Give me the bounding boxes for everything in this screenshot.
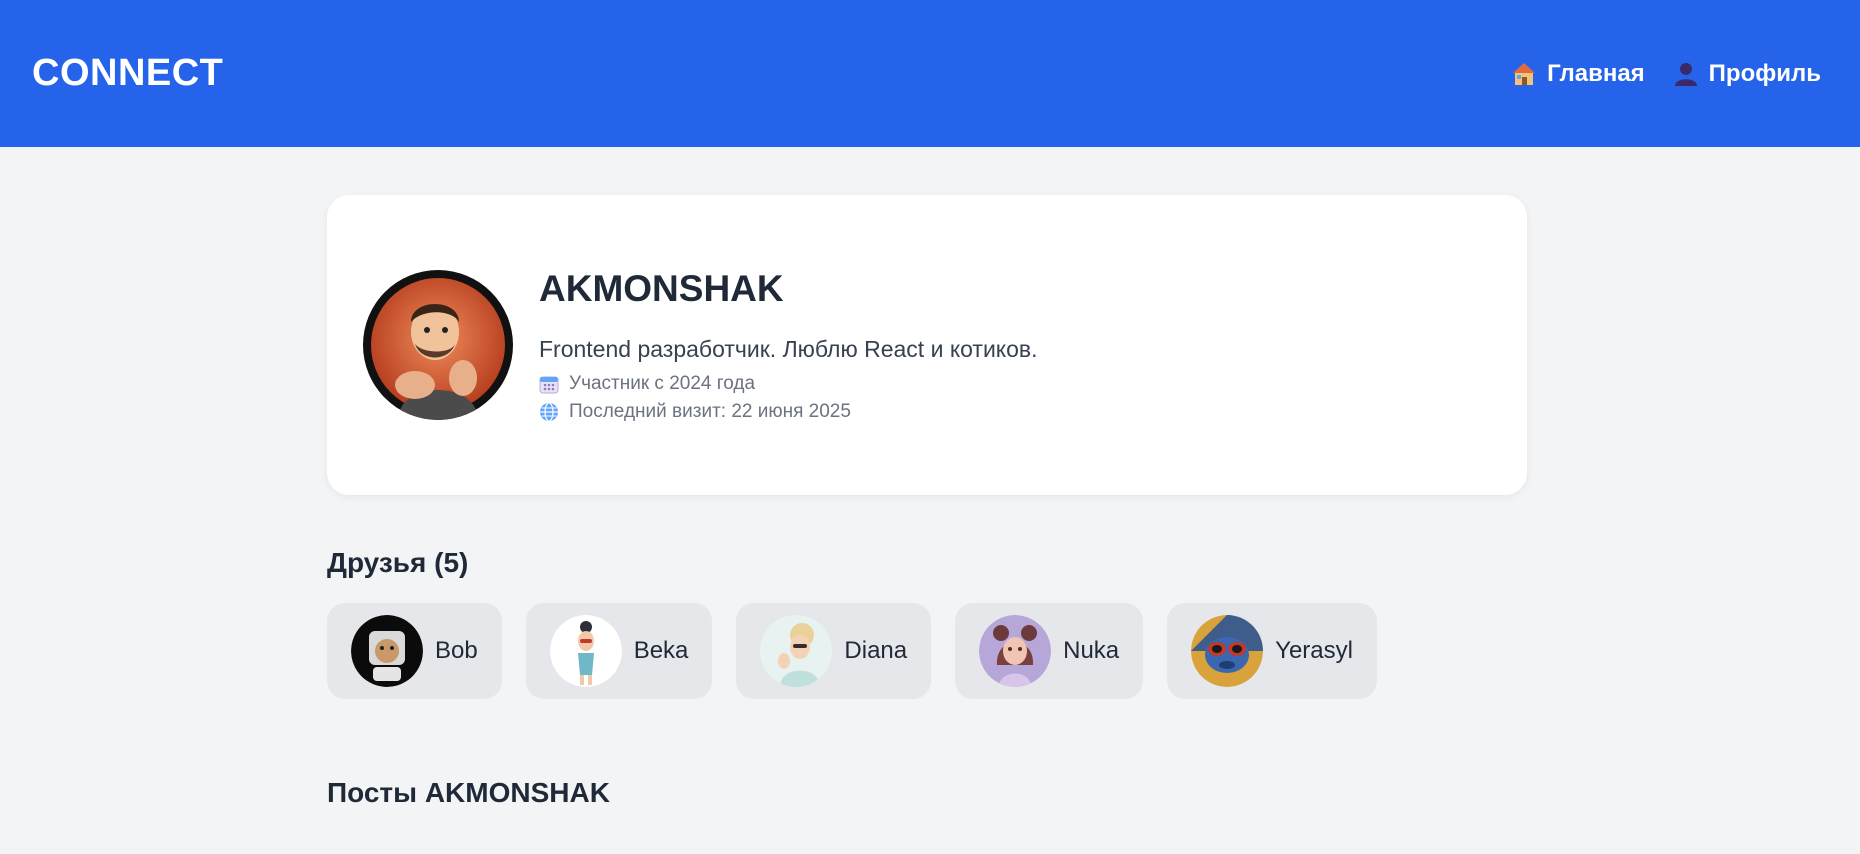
main-content: AKMONSHAK Frontend разработчик. Люблю Re… [327, 195, 1527, 809]
friend-avatar [979, 615, 1052, 687]
friend-name: Yerasyl [1275, 637, 1353, 664]
profile-card: AKMONSHAK Frontend разработчик. Люблю Re… [327, 195, 1527, 495]
member-since-row: Участник с 2024 года [539, 373, 1038, 395]
app-logo[interactable]: CONNECT [32, 52, 223, 95]
top-navbar: CONNECT Главная Профиль [0, 0, 1860, 147]
nav-home-link[interactable]: Главная [1511, 60, 1645, 88]
friends-title: Друзья (5) [327, 547, 469, 578]
globe-icon [540, 401, 558, 422]
friends-list: Bob Beka Diana Nuka Yerasyl [327, 603, 1527, 699]
user-silhouette-icon [1674, 62, 1697, 86]
profile-avatar-image [365, 272, 511, 420]
friend-avatar [1191, 615, 1264, 687]
friend-avatar [549, 615, 622, 687]
friend-avatar [351, 615, 423, 687]
nav-profile-link[interactable]: Профиль [1673, 60, 1821, 88]
friend-chip-diana[interactable]: Diana [736, 603, 932, 699]
friend-chip-beka[interactable]: Beka [525, 603, 713, 699]
nav-profile-label: Профиль [1708, 59, 1821, 87]
friend-chip-nuka[interactable]: Nuka [955, 603, 1144, 699]
friend-name: Bob [435, 637, 478, 664]
friend-name: Nuka [1063, 637, 1120, 664]
house-icon [1513, 62, 1536, 85]
nav-home-label: Главная [1547, 59, 1645, 87]
profile-bio: Frontend разработчик. Люблю React и коти… [539, 335, 1038, 362]
last-visit-row: Последний визит: 22 июня 2025 [539, 401, 1038, 423]
friend-name: Beka [633, 637, 689, 664]
calendar-icon [539, 376, 559, 393]
member-since-text: Участник с 2024 года [569, 372, 756, 394]
profile-username: AKMONSHAK [539, 267, 784, 309]
friend-name: Diana [844, 637, 908, 664]
last-visit-text: Последний визит: 22 июня 2025 [569, 400, 851, 422]
posts-title: Посты AKMONSHAK [327, 777, 610, 808]
main-nav: Главная Профиль [1511, 60, 1821, 88]
friend-chip-yerasyl[interactable]: Yerasyl [1167, 603, 1377, 699]
friend-avatar [760, 615, 833, 687]
profile-info: AKMONSHAK Frontend разработчик. Люблю Re… [539, 268, 1038, 423]
profile-avatar [363, 270, 513, 420]
friend-chip-bob[interactable]: Bob [327, 603, 502, 699]
